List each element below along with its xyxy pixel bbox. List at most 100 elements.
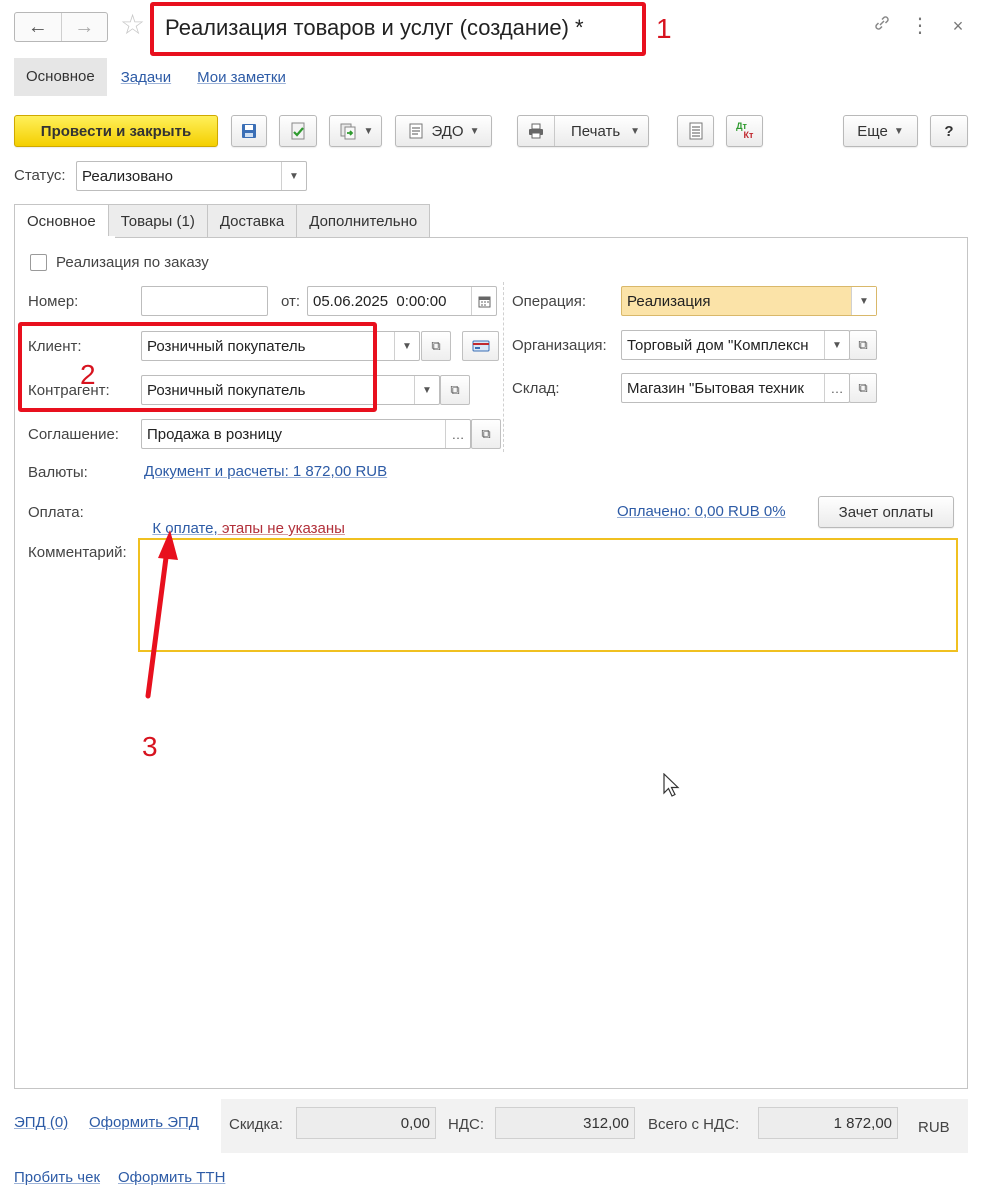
date-from-label: от: — [281, 293, 301, 310]
operation-value: Реализация — [627, 292, 711, 310]
status-select[interactable]: Реализовано ▼ — [76, 161, 307, 191]
by-order-checkbox[interactable] — [30, 254, 47, 271]
vat-label: НДС: — [448, 1116, 484, 1133]
number-label: Номер: — [28, 293, 79, 310]
comment-textarea[interactable] — [138, 538, 958, 652]
tab-additional[interactable]: Дополнительно — [296, 204, 431, 238]
agreement-open-button[interactable]: ⧉ — [471, 419, 501, 449]
by-order-label: Реализация по заказу — [56, 254, 209, 271]
favorite-star-icon[interactable]: ☆ — [120, 10, 145, 40]
link-icon[interactable] — [870, 12, 894, 40]
edo-label: ЭДО — [431, 122, 464, 140]
dropdown-arrow-icon[interactable]: ▼ — [281, 162, 306, 190]
edo-icon — [409, 123, 423, 139]
create-based-on-button[interactable]: ▼ — [329, 115, 382, 147]
open-window-icon: ⧉ — [858, 380, 868, 395]
warehouse-input[interactable]: Магазин "Бытовая техник … — [621, 373, 850, 403]
document-tabs: Основное Товары (1) Доставка Дополнитель… — [14, 204, 431, 239]
print-button[interactable]: Печать ▼ — [517, 115, 649, 147]
help-button[interactable]: ? — [930, 115, 968, 147]
total-value: 1 872,00 — [758, 1107, 898, 1139]
more-vert-icon[interactable]: ⋮ — [908, 12, 932, 40]
open-window-icon: ⧉ — [450, 382, 460, 397]
payment-link-red: этапы не указаны — [217, 520, 345, 537]
comment-label: Комментарий: — [28, 544, 127, 561]
open-window-icon: ⧉ — [481, 426, 491, 441]
more-label: Еще — [857, 122, 888, 140]
open-window-icon: ⧉ — [858, 337, 868, 352]
annotation-box-title — [150, 2, 646, 56]
total-value-text: 1 872,00 — [833, 1114, 892, 1132]
ellipsis-icon[interactable]: … — [824, 374, 849, 402]
arrow-right-icon: → — [74, 15, 95, 38]
make-ttn-link[interactable]: Оформить ТТН — [118, 1169, 225, 1186]
more-button[interactable]: Еще ▼ — [843, 115, 918, 147]
agreement-input[interactable]: Продажа в розницу … — [141, 419, 471, 449]
operation-select[interactable]: Реализация ▼ — [621, 286, 877, 316]
discount-value-text: 0,00 — [400, 1114, 430, 1132]
client-open-button[interactable]: ⧉ — [421, 331, 451, 361]
payment-offset-button[interactable]: Зачет оплаты — [818, 496, 954, 528]
report-structure-button[interactable] — [677, 115, 714, 147]
open-window-icon: ⧉ — [431, 338, 441, 353]
counterparty-open-button[interactable]: ⧉ — [440, 375, 470, 405]
annotation-arrow — [145, 530, 178, 699]
post-and-close-button[interactable]: Провести и закрыть — [14, 115, 218, 147]
caret-down-icon: ▼ — [469, 125, 480, 137]
status-label: Статус: — [14, 167, 66, 184]
client-card-button[interactable] — [462, 331, 499, 361]
subtab-tasks[interactable]: Задачи — [121, 69, 171, 86]
caret-down-icon: ▼ — [630, 125, 641, 137]
forward-button[interactable]: → — [60, 13, 108, 41]
annotation-2: 2 — [80, 359, 96, 390]
card-icon — [472, 340, 489, 352]
make-epd-link[interactable]: Оформить ЭПД — [89, 1114, 199, 1131]
post-button[interactable] — [279, 115, 317, 147]
subtab-notes[interactable]: Мои заметки — [197, 69, 286, 86]
currency-code: RUB — [918, 1119, 950, 1136]
dropdown-arrow-icon[interactable]: ▼ — [414, 376, 439, 404]
annotation-3: 3 — [142, 731, 158, 762]
print-receipt-link[interactable]: Пробить чек — [14, 1169, 100, 1186]
dropdown-arrow-icon[interactable]: ▼ — [824, 331, 849, 359]
annotation-box-client — [18, 322, 377, 412]
subtab-main[interactable]: Основное — [14, 58, 107, 96]
save-icon — [242, 124, 256, 138]
ellipsis-icon[interactable]: … — [445, 420, 470, 448]
currency-label: Валюты: — [28, 464, 88, 481]
organization-open-button[interactable]: ⧉ — [849, 330, 877, 360]
dropdown-arrow-icon[interactable]: ▼ — [851, 287, 876, 315]
date-input[interactable]: 05.06.2025 0:00:00 — [307, 286, 497, 316]
epd-link[interactable]: ЭПД (0) — [14, 1114, 68, 1131]
number-input[interactable] — [141, 286, 268, 316]
arrow-left-icon: ← — [27, 15, 48, 38]
mouse-cursor-icon — [663, 773, 680, 797]
discount-label: Скидка: — [229, 1116, 283, 1133]
save-button[interactable] — [231, 115, 267, 147]
back-button[interactable]: ← — [15, 13, 61, 41]
paid-link[interactable]: Оплачено: 0,00 RUB 0% — [617, 503, 786, 520]
tab-goods[interactable]: Товары (1) — [107, 204, 208, 238]
warehouse-open-button[interactable]: ⧉ — [849, 373, 877, 403]
currency-link[interactable]: Документ и расчеты: 1 872,00 RUB — [144, 463, 387, 480]
tab-main[interactable]: Основное — [14, 204, 109, 239]
warehouse-value: Магазин "Бытовая техник — [627, 379, 804, 397]
agreement-label: Соглашение: — [28, 426, 119, 443]
edo-button[interactable]: ЭДО ▼ — [395, 115, 492, 147]
column-separator — [503, 282, 504, 452]
dropdown-arrow-icon[interactable]: ▼ — [394, 332, 419, 360]
warehouse-label: Склад: — [512, 380, 560, 397]
organization-input[interactable]: Торговый дом "Комплексн ▼ — [621, 330, 850, 360]
close-icon[interactable]: × — [946, 12, 970, 40]
caret-down-icon: ▼ — [893, 125, 904, 137]
date-value: 05.06.2025 0:00:00 — [313, 292, 447, 310]
payment-label: Оплата: — [28, 504, 84, 521]
caret-down-icon: ▼ — [363, 125, 374, 137]
calendar-icon[interactable] — [471, 287, 496, 315]
vat-value-text: 312,00 — [583, 1114, 629, 1132]
printer-icon — [518, 116, 555, 146]
dt-kt-button[interactable]: Дт Кт — [726, 115, 763, 147]
tab-delivery[interactable]: Доставка — [206, 204, 298, 238]
kt-label: Кт — [743, 130, 754, 140]
total-label: Всего с НДС: — [648, 1116, 740, 1133]
